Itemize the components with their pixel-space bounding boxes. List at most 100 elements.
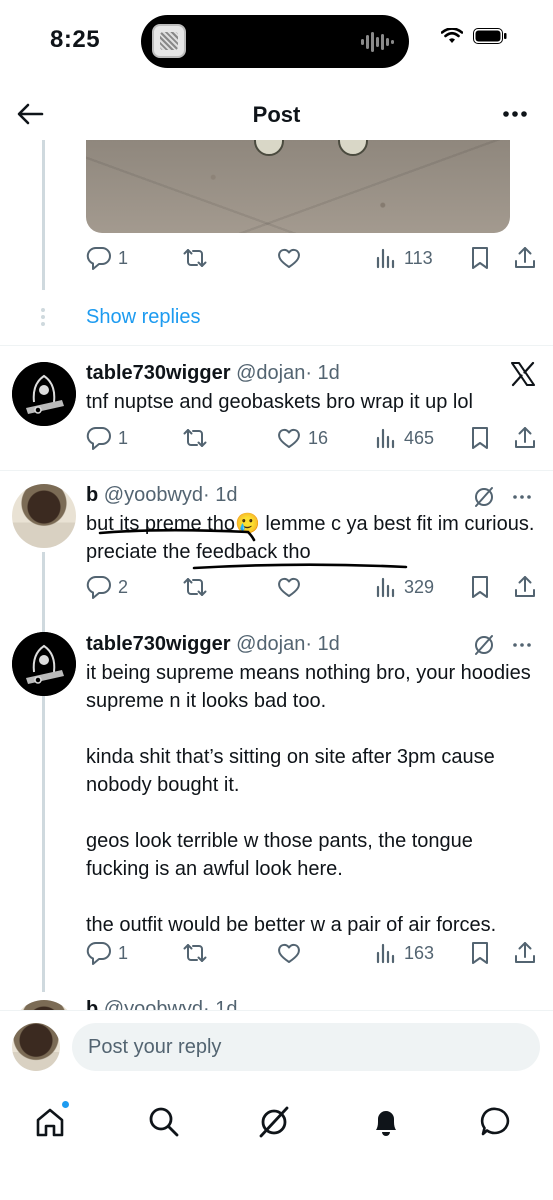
bookmark-icon: [472, 576, 488, 598]
audio-wave-icon: [361, 32, 394, 52]
reply-button[interactable]: 1: [86, 243, 128, 273]
tweet-time: · 1d: [203, 484, 238, 506]
bookmark-icon: [472, 247, 488, 269]
avatar[interactable]: [12, 362, 76, 426]
status-bar: 8:25: [0, 0, 553, 90]
reply-count: 1: [118, 247, 129, 268]
tweet-corner-actions: [473, 486, 533, 508]
tweet-header: table730wigger @dojan· 1d: [86, 362, 340, 385]
user-handle[interactable]: @dojan: [236, 633, 305, 655]
nav-notifications[interactable]: [368, 1100, 408, 1140]
grok-icon: [259, 1106, 289, 1138]
divider: [0, 470, 553, 471]
share-button[interactable]: [512, 572, 538, 602]
reply-icon: [86, 575, 111, 599]
like-button[interactable]: [276, 572, 302, 602]
status-icons: [441, 28, 507, 44]
avatar: [12, 1023, 60, 1071]
share-icon: [515, 576, 535, 597]
x-logo-icon: [511, 361, 535, 387]
bookmark-button[interactable]: [468, 572, 492, 602]
tweet-text: it being supreme means nothing bro, your…: [86, 659, 536, 939]
more-icon[interactable]: [499, 98, 531, 130]
tweet-text: tnf nuptse and geobaskets bro wrap it up…: [86, 388, 536, 416]
bookmark-button[interactable]: [468, 423, 492, 453]
divider: [0, 345, 553, 346]
avatar[interactable]: [12, 484, 76, 548]
display-name[interactable]: table730wigger: [86, 362, 231, 384]
tweet-paragraph: it being supreme means nothing bro, your…: [86, 662, 531, 712]
reply-icon: [86, 941, 111, 965]
dynamic-island: [141, 15, 409, 68]
like-count: 16: [308, 427, 329, 448]
page-title: Post: [252, 102, 301, 127]
display-name[interactable]: table730wigger: [86, 633, 231, 655]
tweet-paragraph: geos look terrible w those pants, the to…: [86, 830, 473, 880]
repost-button[interactable]: [182, 243, 208, 273]
repost-button[interactable]: [182, 423, 208, 453]
repost-button[interactable]: [182, 572, 208, 602]
repost-icon: [183, 429, 207, 447]
battery-icon: [473, 28, 507, 44]
tweet-time: · 1d: [305, 362, 340, 384]
reply-icon: [86, 426, 111, 450]
views-icon: [376, 428, 395, 449]
share-button[interactable]: [512, 938, 538, 968]
tweet-text: but its preme tho🥲 lemme c ya best fit i…: [86, 510, 536, 566]
repost-icon: [183, 944, 207, 962]
share-button[interactable]: [512, 243, 538, 273]
reply-input[interactable]: [72, 1023, 540, 1071]
tweet-corner-actions: [473, 634, 533, 656]
views-button[interactable]: 113: [374, 243, 433, 273]
thread-dots: [41, 308, 46, 329]
like-button[interactable]: 16: [276, 423, 328, 453]
home-icon: [36, 1108, 64, 1137]
views-button[interactable]: 465: [374, 423, 434, 453]
tweet-actions: 1 16 465: [86, 423, 546, 453]
views-count: 465: [404, 427, 435, 448]
views-button[interactable]: 329: [374, 572, 434, 602]
repost-icon: [183, 249, 207, 267]
nav-home[interactable]: [32, 1100, 72, 1140]
views-count: 113: [404, 247, 433, 268]
nav-search[interactable]: [146, 1100, 186, 1140]
show-replies-link[interactable]: Show replies: [86, 306, 201, 329]
post-header: Post: [0, 90, 553, 140]
grok-icon[interactable]: [473, 634, 495, 656]
views-button[interactable]: 163: [374, 938, 434, 968]
reply-bar: [0, 1010, 553, 1088]
like-icon: [278, 428, 300, 448]
bookmark-button[interactable]: [468, 938, 492, 968]
user-handle[interactable]: @dojan: [236, 362, 305, 384]
bottom-nav: [0, 1088, 553, 1200]
repost-button[interactable]: [182, 938, 208, 968]
reply-button[interactable]: 1: [86, 938, 128, 968]
more-icon[interactable]: [511, 634, 533, 656]
reply-count: 2: [118, 576, 129, 597]
share-button[interactable]: [512, 423, 538, 453]
like-button[interactable]: [276, 243, 302, 273]
bookmark-button[interactable]: [468, 243, 492, 273]
reply-button[interactable]: 1: [86, 423, 128, 453]
tweet-actions: 2 329: [86, 572, 546, 602]
thread-line: [42, 140, 45, 290]
search-icon: [149, 1107, 179, 1137]
bell-icon: [376, 1111, 396, 1136]
avatar-graphic: [12, 632, 76, 696]
post-actions: 1 113: [86, 243, 546, 273]
share-icon: [515, 427, 535, 448]
nav-messages[interactable]: [478, 1100, 518, 1140]
tweet-paragraph: the outfit would be better w a pair of a…: [86, 914, 497, 936]
thread-line: [42, 552, 45, 992]
reply-button[interactable]: 2: [86, 572, 128, 602]
nav-grok[interactable]: [256, 1100, 296, 1140]
more-icon[interactable]: [511, 486, 533, 508]
shoe-graphic: [254, 140, 284, 156]
like-button[interactable]: [276, 938, 302, 968]
like-icon: [278, 943, 300, 963]
display-name[interactable]: b: [86, 484, 98, 506]
user-handle[interactable]: @yoobwyd: [104, 484, 203, 506]
grok-icon[interactable]: [473, 486, 495, 508]
post-media-image[interactable]: [86, 140, 510, 233]
avatar[interactable]: [12, 632, 76, 696]
